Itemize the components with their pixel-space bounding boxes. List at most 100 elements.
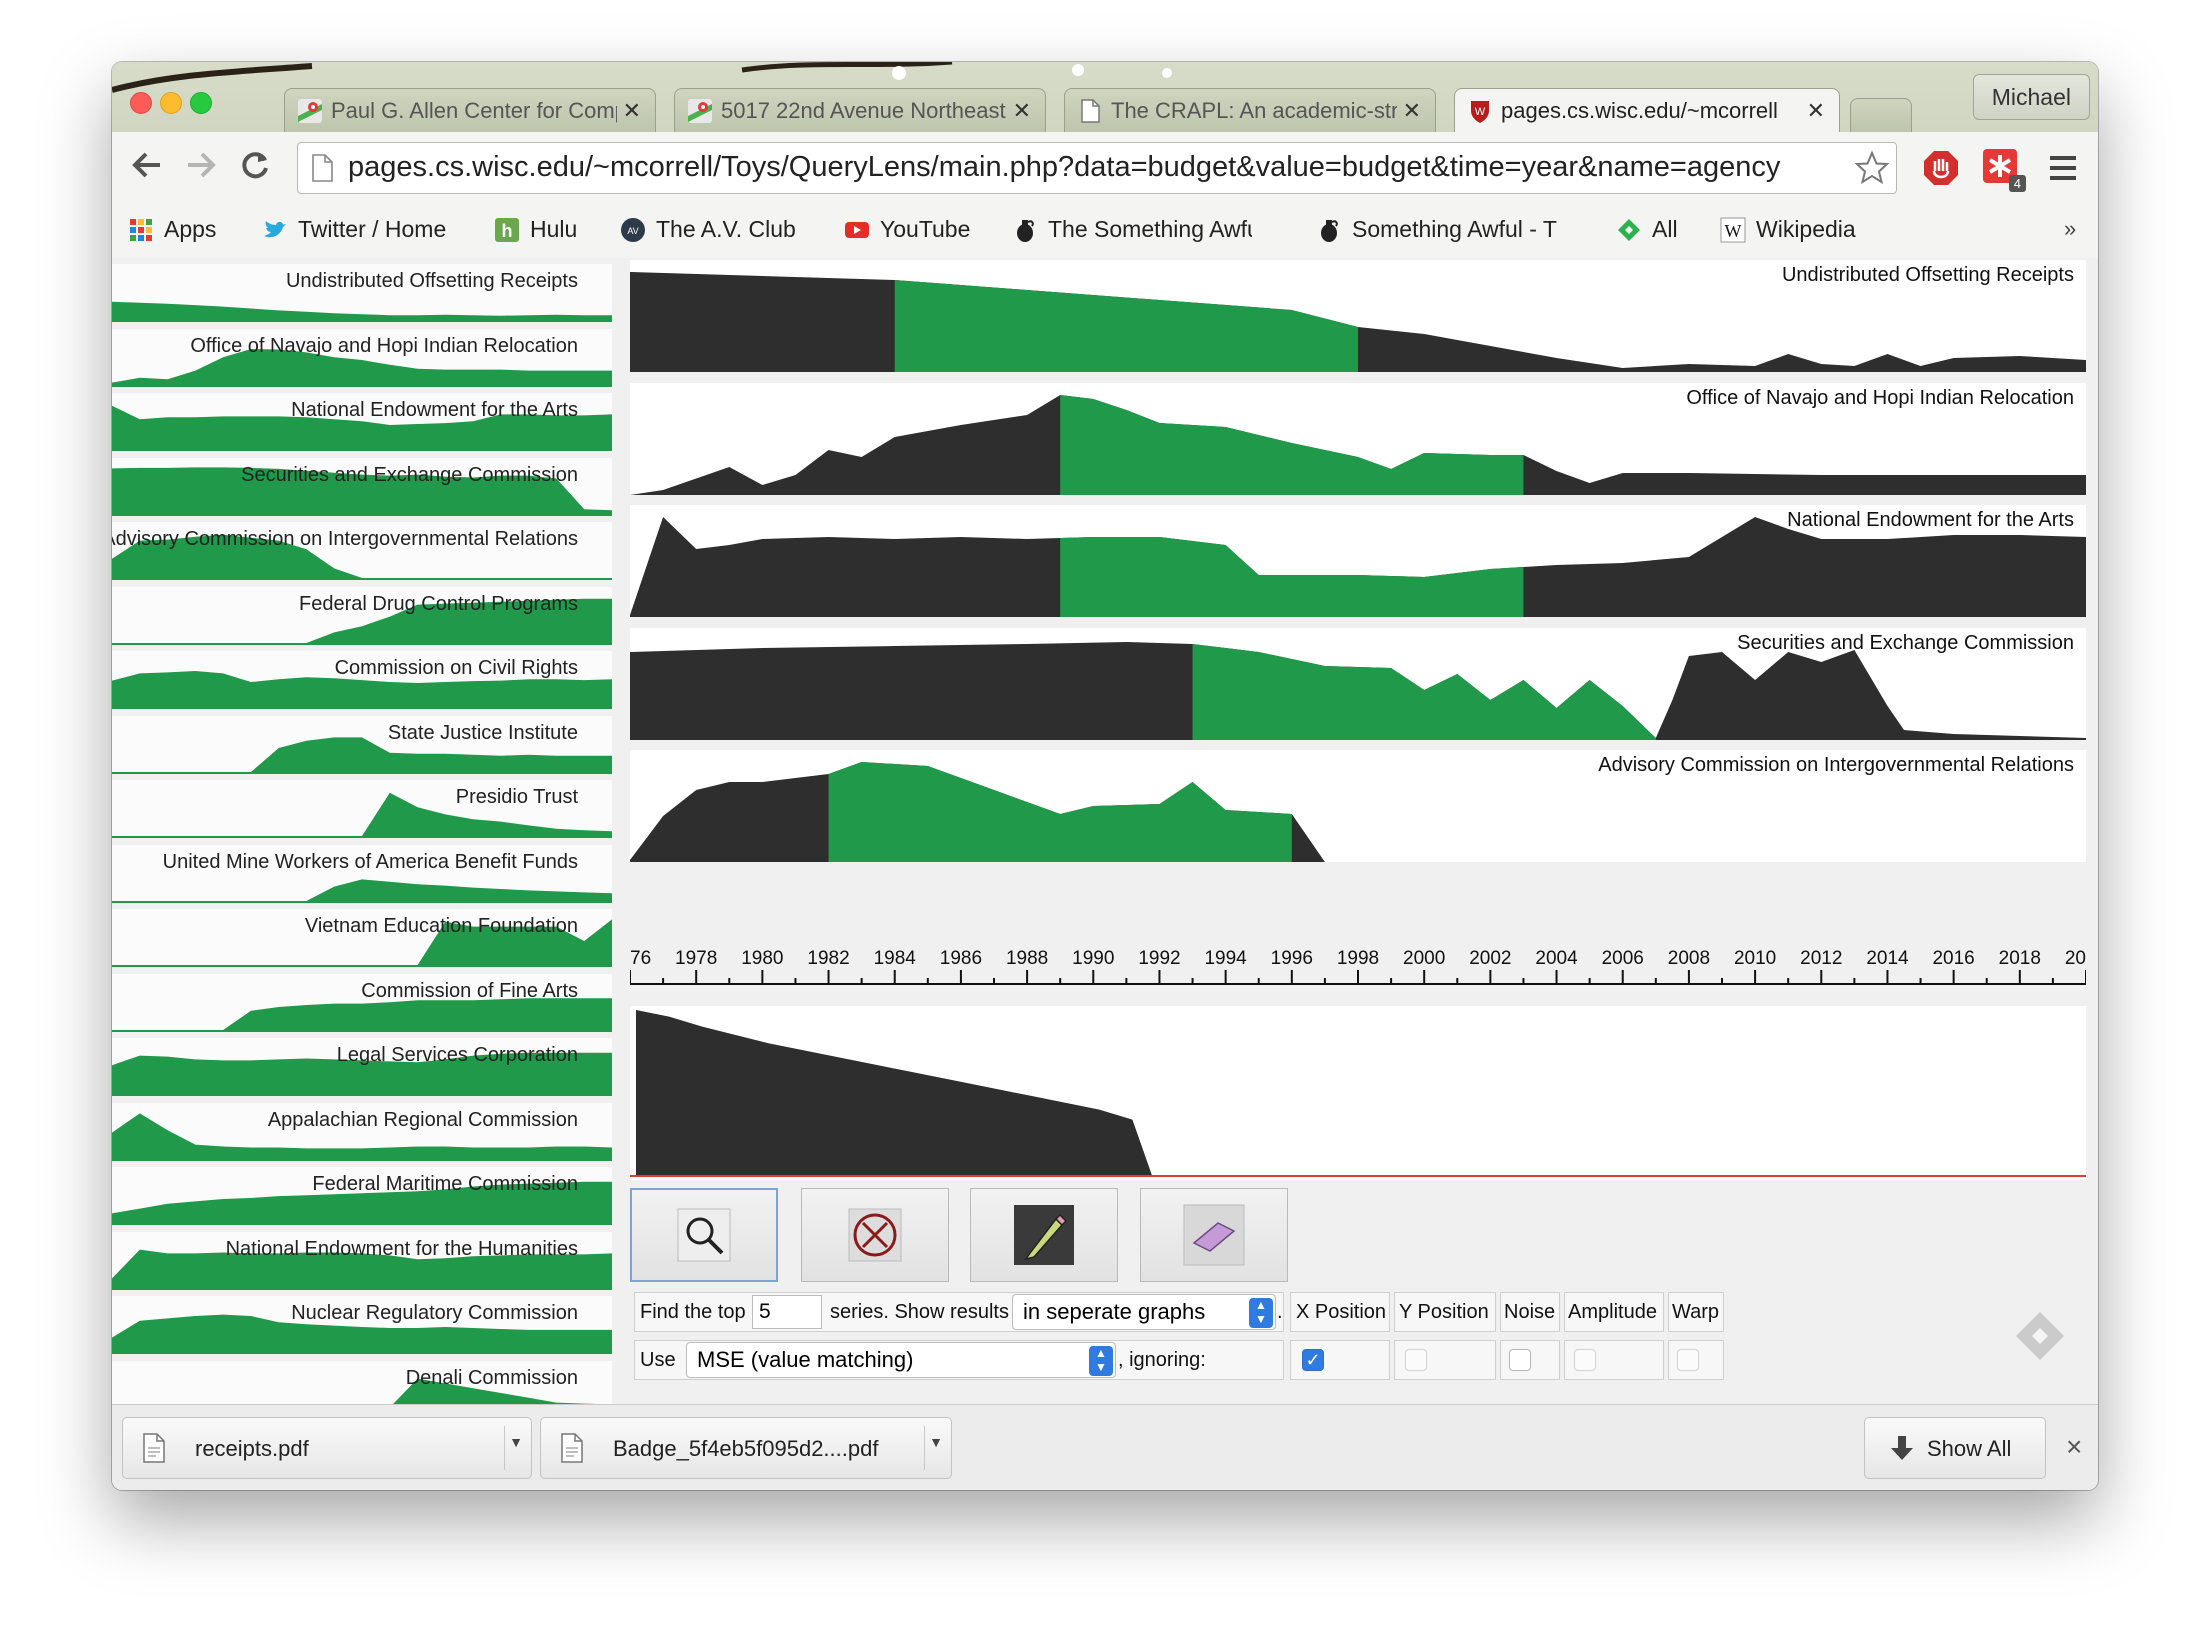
download-item-receipts[interactable]: receipts.pdf ▼ (122, 1417, 532, 1479)
axis-tick-label: 2010 (1733, 948, 1777, 969)
bookmark-something-awful-2[interactable]: Something Awful - T (1316, 216, 1566, 243)
sidebar-series-item[interactable]: State Justice Institute (112, 715, 612, 774)
bookmark-label: The A.V. Club (656, 216, 796, 242)
query-sketch-canvas[interactable] (630, 1006, 2086, 1180)
axis-tick-label: 1992 (1138, 948, 1181, 969)
axis-tick-label: 2006 (1601, 948, 1644, 969)
sketched-query-area (636, 1010, 1153, 1176)
sidebar-series-item[interactable]: Federal Maritime Commission (112, 1167, 612, 1225)
bookmark-feedly-all[interactable]: All (1616, 216, 1678, 243)
select-arrows-icon: ▲ ▼ (1089, 1346, 1113, 1376)
feedly-floating-icon[interactable] (2012, 1308, 2068, 1364)
sidebar-series-item[interactable]: National Endowment for the Arts (112, 393, 612, 451)
download-item-badge[interactable]: Badge_5f4eb5f095d2....pdf ▼ (540, 1417, 952, 1479)
result-graph[interactable]: Securities and Exchange Commission (630, 627, 2086, 740)
tab-allen-center[interactable]: Paul G. Allen Center for Computer Scienc… (284, 88, 656, 132)
noise-checkbox[interactable] (1509, 1349, 1531, 1371)
chevron-down-icon[interactable]: ▼ (929, 1434, 943, 1450)
sidebar-series-item[interactable]: National Endowment for the Humanities (112, 1231, 612, 1290)
close-download-shelf-icon[interactable]: × (2066, 1431, 2082, 1463)
erase-tool-button[interactable] (1140, 1188, 1288, 1282)
sidebar-series-item[interactable]: Nuclear Regulatory Commission (112, 1296, 612, 1354)
sidebar-series-item[interactable]: Denali Commission (112, 1360, 612, 1404)
result-graph[interactable]: National Endowment for the Arts (630, 505, 2086, 617)
warp-label: Warp (1672, 1301, 1720, 1323)
adblock-icon[interactable] (1922, 149, 1960, 187)
youtube-icon (845, 221, 869, 238)
zoom-window-button[interactable] (190, 92, 212, 114)
grenade-icon (1321, 219, 1338, 242)
bookmark-apps[interactable]: Apps (128, 216, 216, 243)
address-bar[interactable]: pages.cs.wisc.edu/~mcorrell/Toys/QueryLe… (297, 142, 1897, 194)
sidebar-series-item[interactable]: Undistributed Offsetting Receipts (112, 264, 612, 322)
close-icon[interactable]: ✕ (623, 98, 641, 124)
display-mode-value: in seperate graphs (1023, 1299, 1206, 1324)
sidebar-series-item[interactable]: Securities and Exchange Commission (112, 457, 612, 516)
bookmark-label: Wikipedia (1756, 216, 1856, 242)
sidebar-series-label: National Endowment for the Humanities (225, 1237, 578, 1260)
bookmark-label: YouTube (880, 216, 971, 242)
svg-text:h: h (502, 221, 513, 241)
axis-tick-label: 1988 (1005, 948, 1049, 969)
x-position-checkbox[interactable]: ✓ (1302, 1349, 1324, 1371)
more-bookmarks-chevron-icon[interactable]: » (2064, 216, 2076, 242)
axis-tick-label: 76 (630, 948, 652, 969)
sparkline-area (112, 997, 612, 1032)
sidebar-series-item[interactable]: Presidio Trust (112, 780, 612, 838)
search-tool-button[interactable] (630, 1188, 778, 1282)
tab-22nd-avenue[interactable]: 5017 22nd Avenue Northeast ✕ (674, 88, 1046, 132)
bookmark-star-icon[interactable] (1854, 150, 1890, 186)
bookmark-twitter[interactable]: Twitter / Home (262, 216, 446, 243)
clear-tool-button[interactable] (801, 1188, 949, 1282)
warp-checkbox[interactable] (1677, 1349, 1699, 1371)
close-window-button[interactable] (130, 92, 152, 114)
axis-tick-label: 2000 (1403, 948, 1446, 969)
sidebar-series-item[interactable]: Legal Services Corporation (112, 1038, 612, 1096)
sidebar-series-item[interactable]: United Mine Workers of America Benefit F… (112, 844, 612, 903)
bookmark-hulu[interactable]: h Hulu (494, 216, 577, 243)
display-mode-select[interactable]: in seperate graphs ▲ ▼ (1012, 1294, 1276, 1330)
y-position-checkbox[interactable] (1405, 1349, 1427, 1371)
draw-tool-button[interactable] (970, 1188, 1118, 1282)
sidebar-series-item[interactable]: Vietnam Education Foundation (112, 909, 612, 967)
result-graph[interactable]: Advisory Commission on Intergovernmental… (630, 750, 2086, 862)
forward-button[interactable] (184, 148, 218, 191)
sidebar-series-item[interactable]: Federal Drug Control Programs (112, 586, 612, 645)
bookmark-av-club[interactable]: AV The A.V. Club (620, 216, 796, 243)
tab-crapl[interactable]: The CRAPL: An academic-strength ✕ (1064, 88, 1436, 132)
sidebar-series-label: Federal Maritime Commission (312, 1173, 578, 1195)
bookmark-youtube[interactable]: YouTube (844, 216, 970, 243)
close-icon[interactable]: ✕ (1807, 98, 1825, 124)
minimize-window-button[interactable] (160, 92, 182, 114)
sidebar-series-item[interactable]: Commission on Civil Rights (112, 651, 612, 709)
select-arrows-icon: ▲ ▼ (1249, 1298, 1273, 1328)
tab-title: Paul G. Allen Center for Computer Scienc… (331, 97, 617, 123)
reload-button[interactable] (238, 148, 272, 191)
query-sketch[interactable] (630, 1006, 2086, 1180)
show-all-downloads-button[interactable]: Show All (1864, 1417, 2046, 1479)
profile-button[interactable]: Michael (1972, 74, 2090, 120)
menu-icon[interactable] (2047, 152, 2079, 184)
sidebar-series-item[interactable]: Commission of Fine Arts (112, 973, 612, 1032)
bookmark-wikipedia[interactable]: W Wikipedia (1720, 216, 1856, 243)
result-graph[interactable]: Undistributed Offsetting Receipts (630, 260, 2086, 372)
bookmark-something-awful[interactable]: The Something Awful (1012, 216, 1252, 243)
tab-querylens[interactable]: W pages.cs.wisc.edu/~mcorrell ✕ (1454, 88, 1840, 132)
extension-button[interactable]: 4 (1982, 148, 2026, 192)
new-tab-button[interactable] (1850, 98, 1912, 132)
use-label: Use (640, 1349, 676, 1371)
amplitude-checkbox[interactable] (1574, 1349, 1596, 1371)
sidebar-series-item[interactable]: Office of Navajo and Hopi Indian Relocat… (112, 328, 612, 387)
top-n-input[interactable]: 5 (752, 1295, 822, 1329)
close-icon[interactable]: ✕ (1013, 98, 1031, 124)
sparkline-area (112, 301, 612, 322)
sidebar-series-item[interactable]: Appalachian Regional Commission (112, 1102, 612, 1161)
chevron-down-icon[interactable]: ▼ (509, 1434, 523, 1450)
browser-window: Paul G. Allen Center for Computer Scienc… (112, 62, 2098, 1490)
result-graph[interactable]: Office of Navajo and Hopi Indian Relocat… (630, 382, 2086, 495)
back-button[interactable] (130, 148, 164, 191)
close-icon[interactable]: ✕ (1403, 98, 1421, 124)
sidebar-series-item[interactable]: Advisory Commission on Intergovernmental… (112, 522, 612, 580)
result-series-label: Securities and Exchange Commission (1737, 631, 2074, 654)
metric-select[interactable]: MSE (value matching) ▲ ▼ (686, 1342, 1116, 1378)
